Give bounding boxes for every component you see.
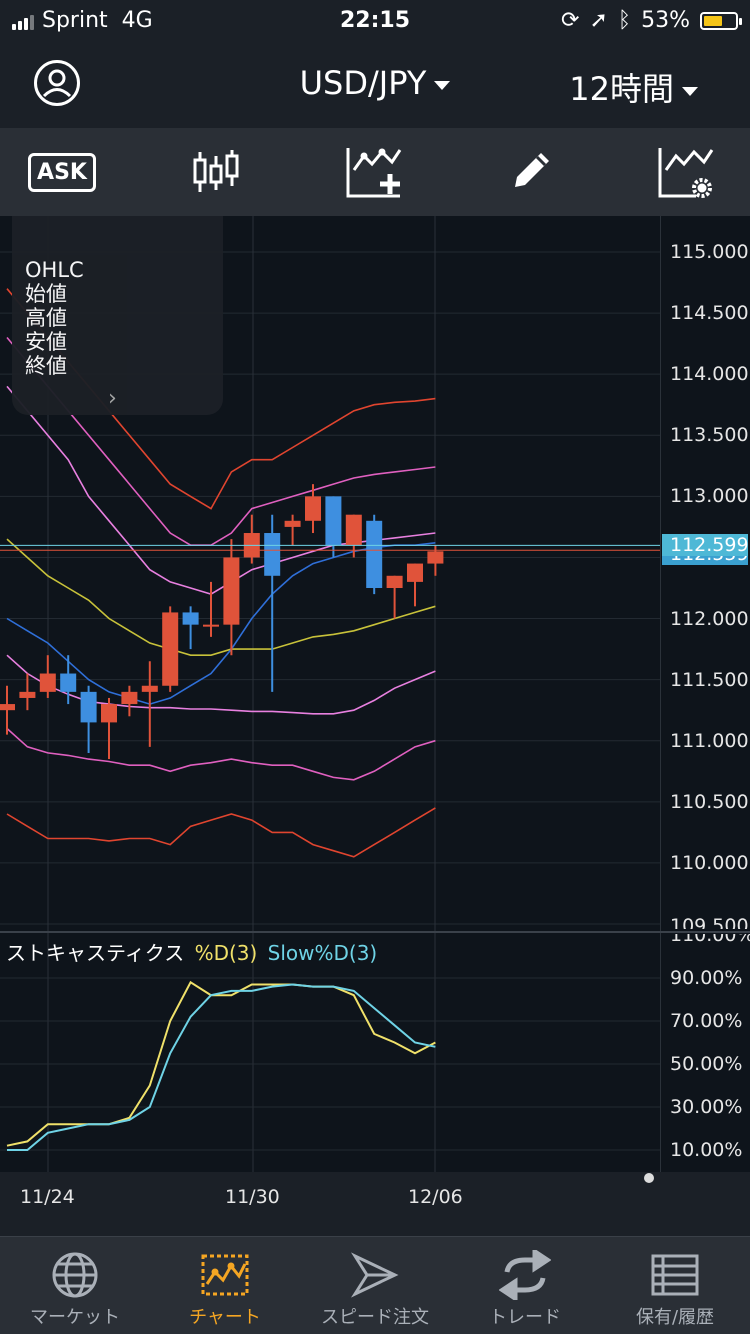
ask-button[interactable]: ASK [28, 142, 96, 202]
indicator-settings-button[interactable] [654, 142, 718, 202]
chevron-right-icon[interactable]: › [108, 386, 117, 411]
candle-body [39, 673, 56, 692]
candle-body [101, 704, 117, 723]
candle-body [345, 514, 362, 546]
x-axis-label: 11/24 [20, 1186, 75, 1208]
candle-body [325, 496, 342, 546]
stoch-axis-label: 90.00% [670, 967, 743, 989]
candle-body [80, 691, 97, 723]
draw-button[interactable] [498, 142, 562, 202]
tab-label: マーケット [30, 1307, 120, 1328]
candle-body [386, 575, 403, 588]
tab-market[interactable]: マーケット [0, 1247, 150, 1329]
add-indicator-button[interactable] [342, 142, 406, 202]
indicator-settings-icon [658, 148, 714, 198]
globe-icon [52, 1252, 98, 1298]
candle-body [121, 691, 138, 705]
stochastic-legend: ストキャスティクス %D(3) Slow%D(3) [6, 937, 377, 966]
stoch-axis-label: 10.00% [670, 1139, 743, 1161]
tab-holdings[interactable]: 保有/履歴 [600, 1247, 750, 1329]
candlestick-button[interactable] [184, 142, 248, 202]
stoch-axis-label: 30.00% [670, 1096, 743, 1118]
candle-body [19, 691, 36, 698]
indicator-line [6, 727, 436, 781]
page-indicator-dot [644, 1173, 654, 1183]
candle-body [141, 685, 158, 692]
x-axis-label: 11/30 [225, 1186, 280, 1208]
candle-body [407, 563, 423, 582]
candle-body [366, 520, 383, 588]
currency-pair-label: USD/JPY [299, 64, 427, 102]
trade-icon [499, 1250, 551, 1300]
price-axis-label: 113.000 [670, 485, 749, 508]
stoch-k-label: %D(3) [194, 941, 258, 965]
tab-label: チャート [189, 1307, 261, 1328]
tab-chart[interactable]: チャート [150, 1247, 300, 1329]
tab-trade[interactable]: トレード [450, 1247, 600, 1329]
ohlc-info-panel[interactable]: OHLC 始値 高値 安値 終値 › [12, 216, 223, 415]
bluetooth-icon: ᛒ [617, 8, 632, 33]
price-axis-label: 110.000 [670, 851, 749, 874]
price-axis-label: 110.500 [670, 790, 749, 813]
candle-body [223, 557, 240, 625]
x-axis-label: 12/06 [408, 1186, 463, 1208]
tab-speed-order[interactable]: スピード注文 [300, 1247, 450, 1329]
info-line: 安値 [25, 330, 67, 354]
tab-bar: マーケット チャート スピード注文 トレード 保有/履歴 [0, 1236, 750, 1334]
info-line: 高値 [25, 306, 67, 330]
candle-body [60, 673, 77, 692]
indicator-line [6, 807, 436, 858]
stochastic-name: ストキャスティクス [6, 941, 185, 965]
price-axis-label: 112.000 [670, 607, 749, 630]
candle-body [182, 612, 199, 625]
price-axis-label: 114.500 [670, 302, 749, 325]
price-axis-label: 113.500 [670, 424, 749, 447]
draw-pencil-icon [515, 153, 549, 187]
chart-toolbar: ASK [0, 128, 750, 216]
chevron-down-icon [682, 86, 698, 96]
info-line: OHLC [25, 258, 84, 282]
period-selector[interactable]: 12時間 [569, 64, 698, 110]
rotation-lock-icon: ⟳ [561, 8, 580, 33]
tab-label: トレード [489, 1307, 561, 1328]
candle-body [305, 496, 321, 521]
speed-order-icon [350, 1252, 399, 1298]
candlestick-icon [193, 150, 239, 192]
chevron-down-icon [434, 80, 451, 90]
stoch-d-label: Slow%D(3) [267, 941, 378, 965]
add-indicator-icon [346, 148, 402, 198]
stoch-axis-label: 110.00% [670, 934, 750, 945]
battery-percent: 53% [641, 8, 690, 33]
header: USD/JPY 12時間 [0, 44, 750, 128]
price-axis-label: 115.000 [670, 241, 749, 263]
candle-body [203, 624, 219, 627]
info-line: 終値 [25, 354, 67, 378]
bid-price-marker: 112.599 [662, 534, 749, 557]
price-axis-label: 114.000 [670, 363, 749, 386]
tab-label: 保有/履歴 [635, 1307, 715, 1328]
price-axis-label: 111.500 [670, 668, 749, 691]
status-bar: Sprint 4G 22:15 ⟳ ➚ ᛒ 53% [0, 0, 750, 44]
candle-body [427, 551, 444, 564]
period-label: 12時間 [569, 70, 674, 108]
info-line: 始値 [25, 282, 67, 306]
stoch-axis-label: 70.00% [670, 1010, 743, 1032]
location-icon: ➚ [589, 8, 608, 33]
ask-icon: ASK [28, 152, 96, 192]
chart-icon [201, 1254, 249, 1296]
candle-body [284, 520, 301, 527]
tab-label: スピード注文 [321, 1307, 429, 1328]
stoch-axis-label: 50.00% [670, 1053, 743, 1075]
price-axis-label: 109.500 [670, 915, 749, 929]
price-axis-label: 111.000 [670, 729, 749, 752]
battery-icon [700, 11, 742, 30]
candle-body [162, 612, 179, 686]
holdings-icon [651, 1254, 699, 1296]
candle-body [264, 533, 281, 576]
candle-body [0, 704, 15, 711]
